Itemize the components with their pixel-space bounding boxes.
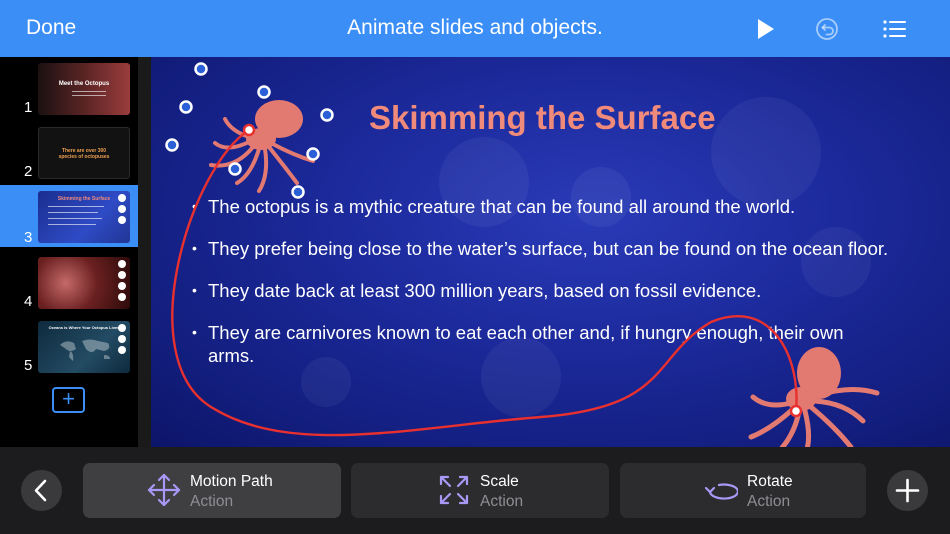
motion-path-action-button[interactable]: Motion Path Action bbox=[83, 463, 341, 518]
done-button[interactable]: Done bbox=[26, 16, 76, 40]
slide-number: 5 bbox=[24, 357, 33, 374]
navigator-divider bbox=[138, 57, 151, 447]
chevron-left-icon bbox=[34, 479, 47, 502]
back-button[interactable] bbox=[21, 470, 62, 511]
slide-canvas[interactable]: Skimming the Surface The octopus is a my… bbox=[151, 57, 950, 447]
slide-thumbnail-image: Meet the Octopus bbox=[38, 63, 130, 115]
octopus-image-end bbox=[748, 347, 880, 447]
slide-thumbnail-2[interactable]: There are over 300 species of octopuses … bbox=[0, 121, 138, 181]
animation-overlay bbox=[165, 62, 880, 447]
slide-number: 1 bbox=[24, 99, 33, 116]
motion-path-start-point[interactable] bbox=[242, 123, 256, 137]
top-toolbar: Done Animate slides and objects. bbox=[0, 0, 950, 57]
plus-icon bbox=[895, 478, 920, 503]
action-label: Rotate bbox=[747, 473, 793, 490]
octopus-image-start[interactable] bbox=[209, 100, 315, 193]
keynote-window: Done Animate slides and objects. Meet th… bbox=[0, 0, 950, 534]
thumb-title: Skimming the Surface bbox=[57, 196, 111, 202]
undo-icon[interactable] bbox=[812, 14, 842, 44]
motion-path-end-point[interactable] bbox=[789, 404, 803, 418]
list-icon[interactable] bbox=[880, 14, 910, 44]
slide-number: 2 bbox=[24, 163, 33, 180]
rotate-icon bbox=[704, 483, 738, 500]
slide-thumbnail-3[interactable]: Skimming the Surface 3 bbox=[0, 185, 138, 247]
world-map-icon bbox=[60, 339, 110, 361]
add-slide-button[interactable]: + bbox=[52, 387, 85, 413]
slide-thumbnail-1[interactable]: Meet the Octopus 1 bbox=[0, 57, 138, 117]
slide-thumbnail-image: There are over 300 species of octopuses bbox=[38, 127, 130, 179]
toolbar-title: Animate slides and objects. bbox=[347, 16, 603, 39]
scale-icon bbox=[439, 475, 469, 505]
slide-thumbnail-5[interactable]: Oceans is Where Your Octopus Lives 5 bbox=[0, 315, 138, 375]
action-label: Scale bbox=[480, 473, 519, 490]
play-icon[interactable] bbox=[750, 14, 780, 44]
slide-thumbnail-image: Skimming the Surface bbox=[38, 191, 130, 243]
motion-path-icon bbox=[147, 473, 181, 507]
add-action-button[interactable] bbox=[887, 470, 928, 511]
slide-number: 3 bbox=[24, 229, 33, 246]
slide-thumbnail-image: Oceans is Where Your Octopus Lives bbox=[38, 321, 130, 373]
slide-number: 4 bbox=[24, 293, 33, 310]
action-label: Motion Path bbox=[190, 473, 273, 490]
slide-thumbnail-4[interactable]: 4 bbox=[0, 251, 138, 311]
scale-action-button[interactable]: Scale Action bbox=[351, 463, 609, 518]
thumb-title: Meet the Octopus bbox=[58, 81, 110, 87]
thumb-title: Oceans is Where Your Octopus Lives bbox=[48, 325, 120, 330]
action-sublabel: Action bbox=[480, 493, 524, 510]
action-sublabel: Action bbox=[190, 493, 234, 510]
action-sublabel: Action bbox=[747, 493, 791, 510]
animation-action-bar: Motion Path Action Scale Action Rotate A… bbox=[0, 447, 950, 534]
rotate-action-button[interactable]: Rotate Action bbox=[620, 463, 866, 518]
slide-navigator: Meet the Octopus 1 There are over 300 sp… bbox=[0, 57, 138, 447]
thumb-title: There are over 300 species of octopuses bbox=[58, 148, 110, 160]
slide-thumbnail-image bbox=[38, 257, 130, 309]
